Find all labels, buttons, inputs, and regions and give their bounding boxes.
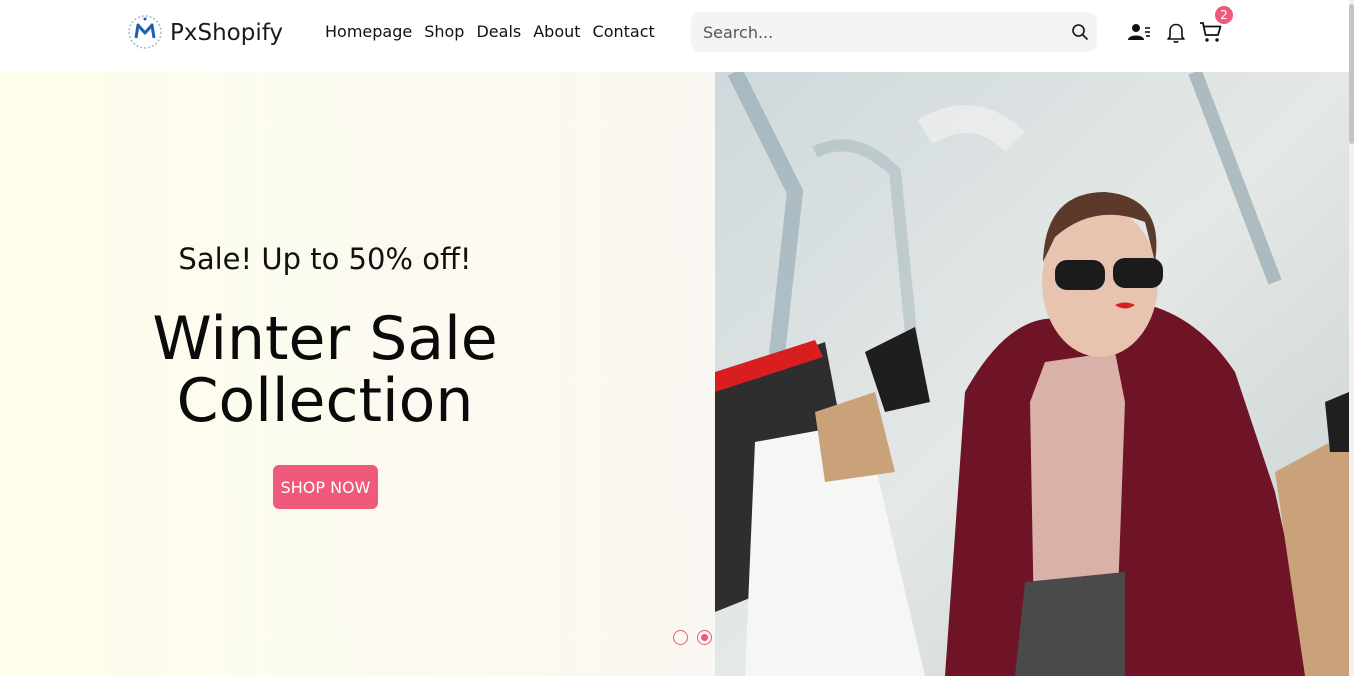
logo-icon[interactable]	[127, 14, 163, 50]
hero-title: Winter Sale Collection	[0, 308, 650, 432]
hero-title-line-2: Collection	[176, 366, 474, 436]
main-nav: Homepage Shop Deals About Contact	[325, 22, 667, 41]
hero-image	[715, 72, 1349, 676]
hero-title-line-1: Winter Sale	[152, 304, 498, 374]
cart-count-badge: 2	[1215, 6, 1233, 24]
nav-contact[interactable]: Contact	[593, 22, 655, 41]
nav-about[interactable]: About	[533, 22, 580, 41]
search-icon[interactable]	[1071, 23, 1089, 41]
hero-subtitle: Sale! Up to 50% off!	[178, 242, 472, 276]
hero-banner: Sale! Up to 50% off! Winter Sale Collect…	[0, 72, 1349, 676]
search-bar	[691, 12, 1097, 52]
site-header: PxShopify Homepage Shop Deals About Cont…	[0, 0, 1354, 72]
scrollbar-thumb[interactable]	[1349, 4, 1354, 144]
nav-deals[interactable]: Deals	[476, 22, 521, 41]
page-scrollbar[interactable]	[1349, 0, 1354, 676]
carousel-dot-2[interactable]	[697, 630, 712, 645]
bell-icon[interactable]	[1164, 20, 1188, 44]
hero-text-panel: Sale! Up to 50% off! Winter Sale Collect…	[0, 72, 736, 676]
nav-shop[interactable]: Shop	[424, 22, 464, 41]
search-input[interactable]	[691, 12, 1051, 52]
user-icon[interactable]	[1127, 20, 1151, 44]
brand-name[interactable]: PxShopify	[170, 20, 283, 46]
cart-icon[interactable]	[1199, 20, 1223, 44]
nav-homepage[interactable]: Homepage	[325, 22, 412, 41]
carousel-dot-1[interactable]	[673, 630, 688, 645]
shop-now-button[interactable]: SHOP NOW	[273, 465, 378, 509]
